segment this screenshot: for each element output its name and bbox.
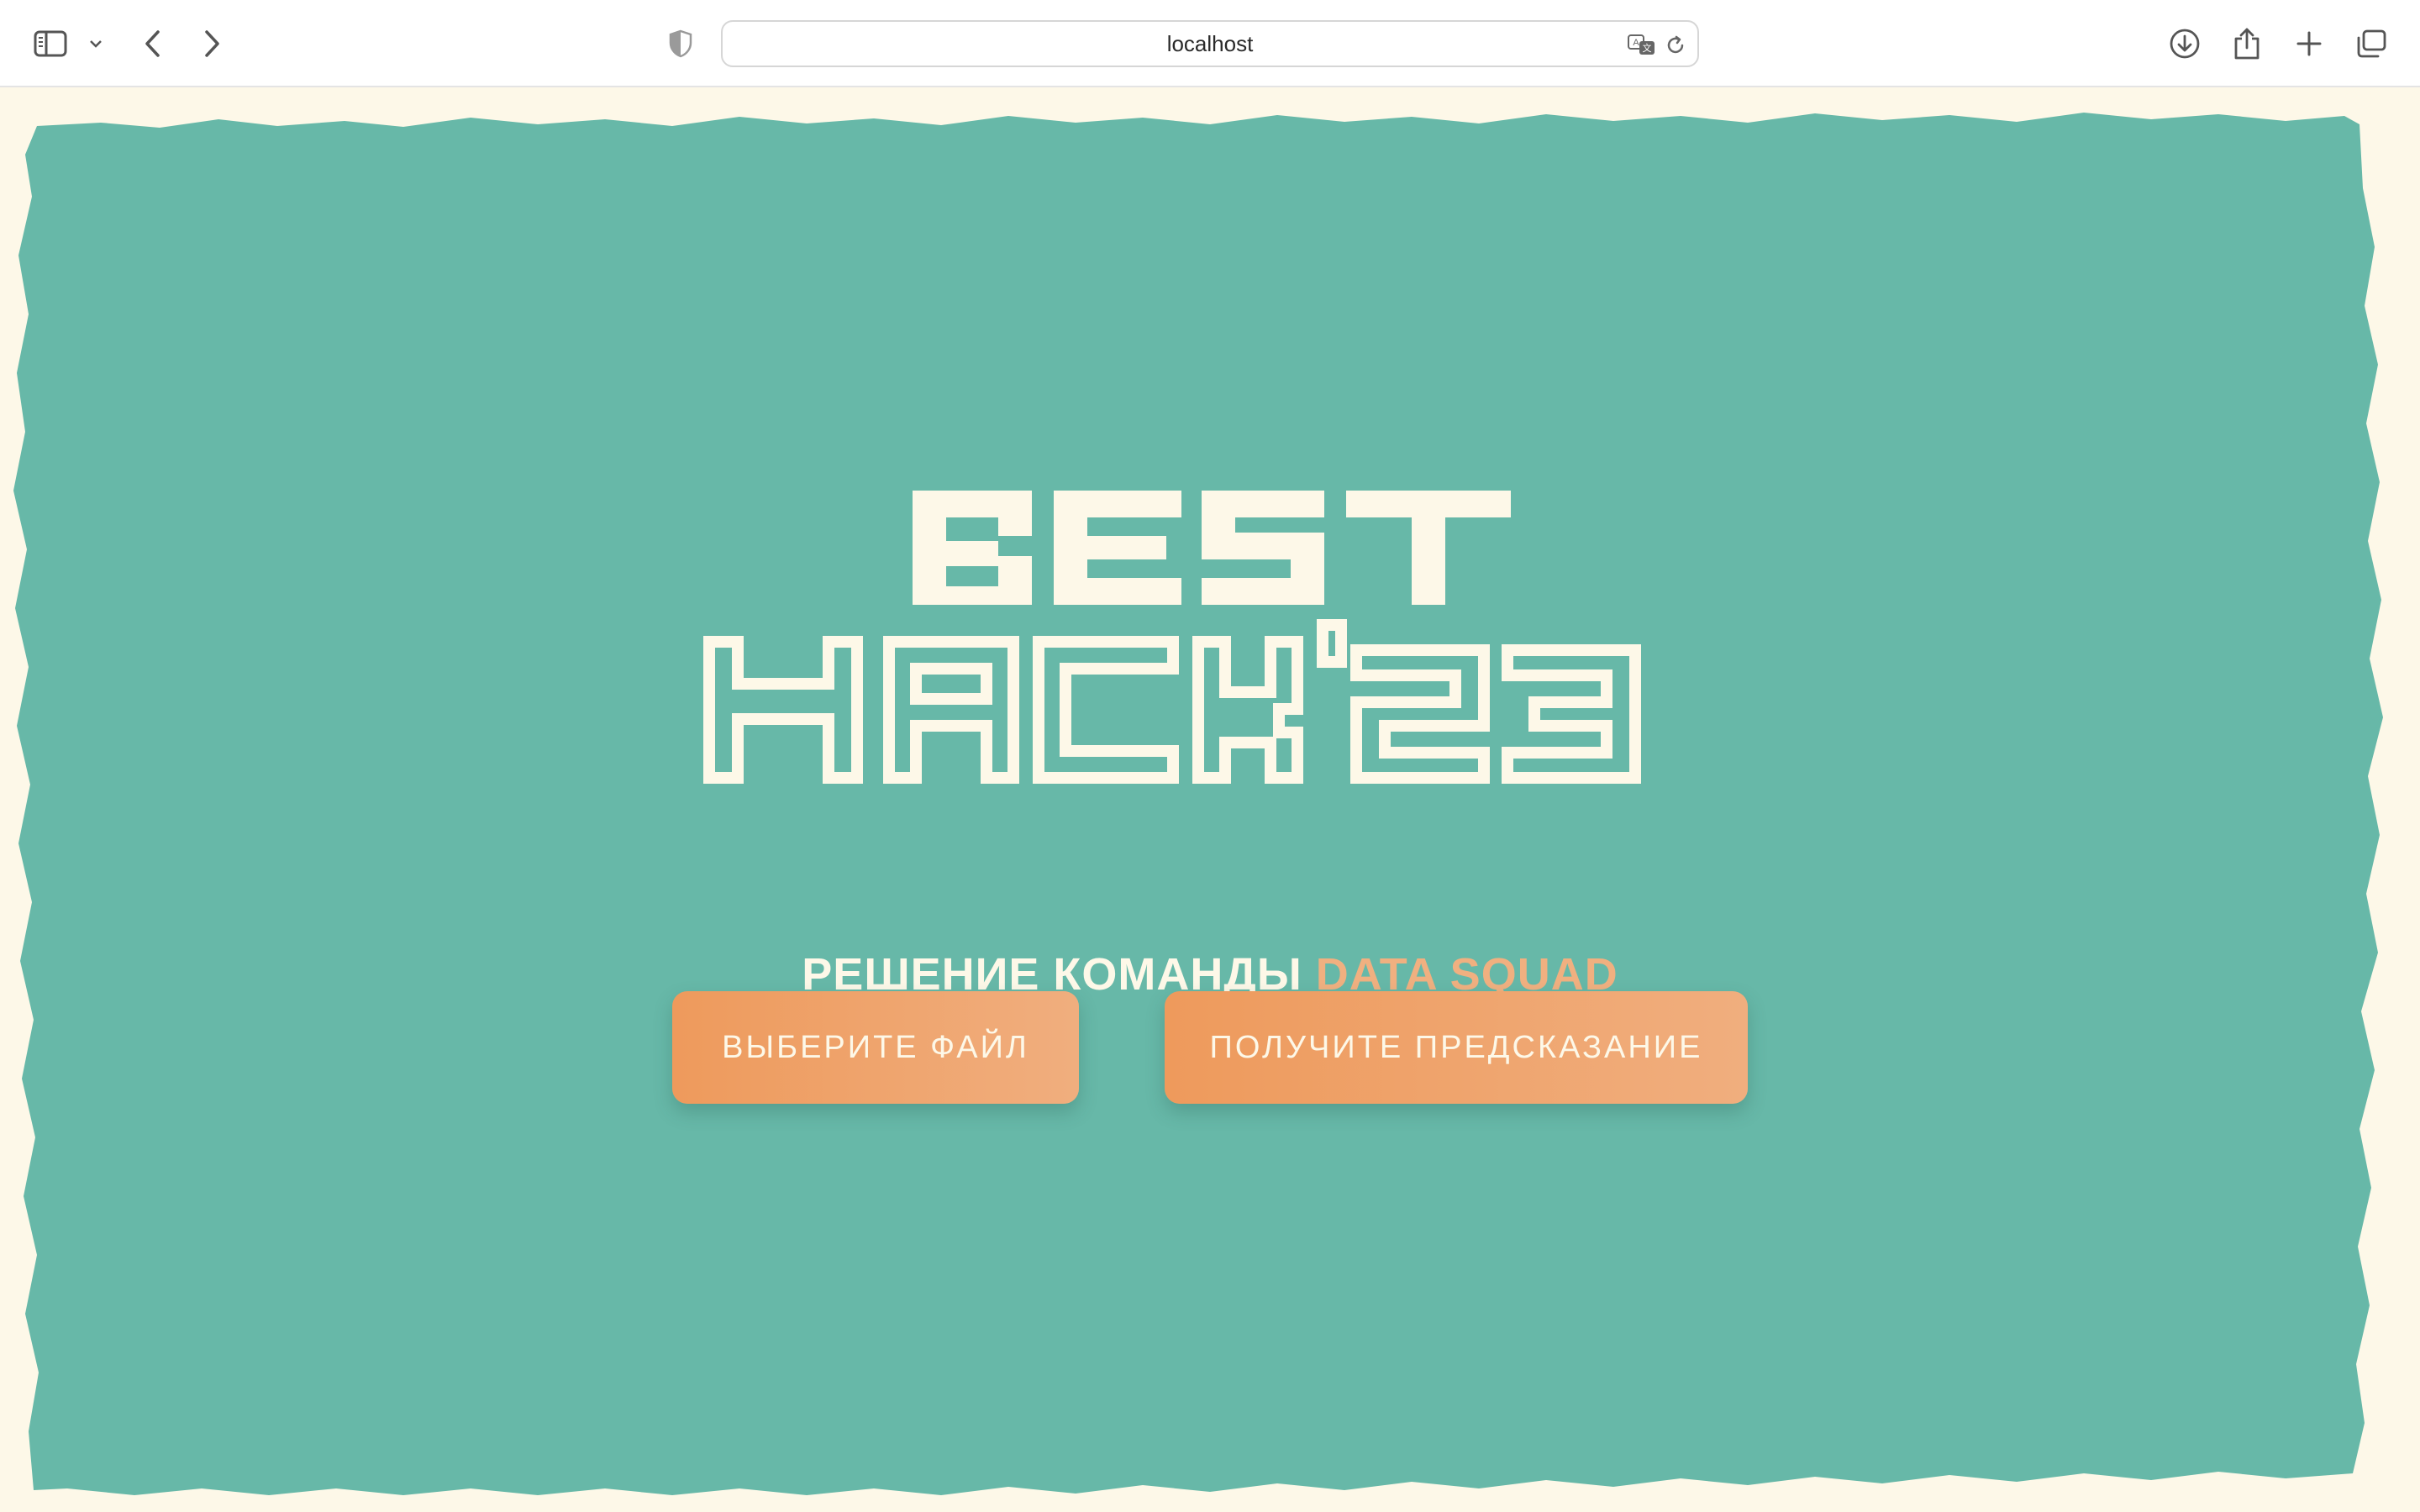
download-icon[interactable]: [2160, 18, 2210, 69]
shield-icon[interactable]: [655, 18, 706, 69]
get-prediction-button[interactable]: ПОЛУЧИТЕ ПРЕДСКАЗАНИЕ: [1165, 991, 1748, 1104]
browser-toolbar: localhost A 文: [0, 0, 2420, 87]
share-icon[interactable]: [2222, 18, 2272, 69]
sidebar-icon[interactable]: [25, 18, 76, 69]
reload-icon[interactable]: [1659, 29, 1692, 62]
svg-text:文: 文: [1643, 42, 1652, 54]
tab-overview-icon[interactable]: [2346, 18, 2396, 69]
logo-best-word: [913, 491, 1511, 605]
address-bar[interactable]: localhost A 文: [721, 20, 1699, 67]
choose-file-button[interactable]: ВЫБЕРИТЕ ФАЙЛ: [672, 991, 1079, 1104]
logo-hack23-word: [703, 619, 1641, 784]
plus-icon[interactable]: [2284, 18, 2334, 69]
page-viewport: РЕШЕНИЕ КОМАНДЫ DATA SQUAD ВЫБЕРИТЕ ФАЙЛ…: [0, 87, 2420, 1512]
address-text: localhost: [1166, 30, 1254, 56]
back-arrow-icon[interactable]: [128, 18, 178, 69]
forward-arrow-icon[interactable]: [187, 18, 237, 69]
chevron-down-icon[interactable]: [79, 18, 113, 69]
best-hack-23-logo: [703, 491, 1641, 784]
translate-icon[interactable]: A 文: [1625, 29, 1659, 62]
svg-text:A: A: [1633, 38, 1639, 48]
